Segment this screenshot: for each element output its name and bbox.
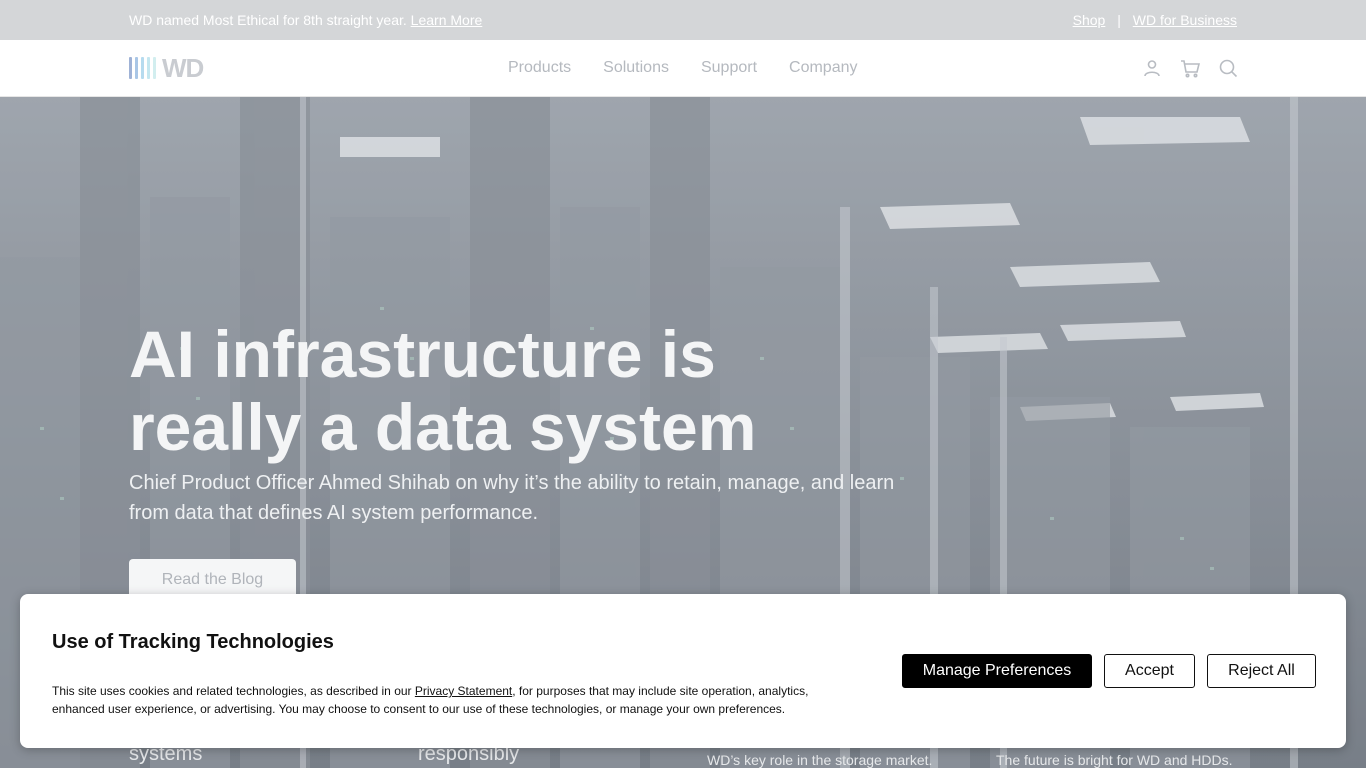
logo-wordmark: WD — [162, 52, 204, 83]
announcement-message: WD named Most Ethical for 8th straight y… — [129, 12, 482, 28]
card-text-3[interactable]: WD’s key role in the storage market. — [707, 752, 932, 768]
header-icons — [1142, 58, 1238, 78]
logo-bars — [129, 57, 156, 79]
announcement-bar: WD named Most Ethical for 8th straight y… — [0, 0, 1366, 40]
cookie-title: Use of Tracking Technologies — [52, 631, 334, 653]
nav-company[interactable]: Company — [789, 59, 857, 77]
utility-links: Shop | WD for Business — [1073, 12, 1237, 28]
nav-solutions[interactable]: Solutions — [603, 59, 669, 77]
shop-link[interactable]: Shop — [1073, 12, 1106, 28]
cookie-text-before: This site uses cookies and related techn… — [52, 684, 415, 698]
wd-logo[interactable]: WD — [129, 53, 204, 83]
user-icon[interactable] — [1142, 58, 1162, 78]
search-icon[interactable] — [1218, 58, 1238, 78]
wd-for-business-link[interactable]: WD for Business — [1133, 12, 1237, 28]
hero-title-line-1: AI infrastructure is — [129, 317, 716, 391]
privacy-statement-link[interactable]: Privacy Statement — [415, 684, 512, 698]
accept-button[interactable]: Accept — [1104, 654, 1195, 688]
manage-preferences-button[interactable]: Manage Preferences — [902, 654, 1092, 688]
utility-separator: | — [1117, 12, 1121, 28]
hero-subtitle: Chief Product Officer Ahmed Shihab on wh… — [129, 472, 895, 524]
cookie-consent-banner: Use of Tracking Technologies This site u… — [20, 594, 1346, 748]
main-nav: Products Solutions Support Company — [508, 59, 858, 77]
hero-title: AI infrastructure is really a data syste… — [129, 318, 889, 464]
cookie-description: This site uses cookies and related techn… — [52, 682, 832, 718]
hero-title-line-2: really a data system — [129, 390, 757, 464]
announcement-text: WD named Most Ethical for 8th straight y… — [129, 12, 407, 28]
site-header: WD Products Solutions Support Company — [0, 40, 1366, 97]
card-text-4[interactable]: The future is bright for WD and HDDs. — [996, 752, 1233, 768]
nav-support[interactable]: Support — [701, 59, 757, 77]
cart-icon[interactable] — [1180, 58, 1200, 78]
nav-products[interactable]: Products — [508, 59, 571, 77]
learn-more-link[interactable]: Learn More — [411, 12, 483, 28]
reject-all-button[interactable]: Reject All — [1207, 654, 1316, 688]
